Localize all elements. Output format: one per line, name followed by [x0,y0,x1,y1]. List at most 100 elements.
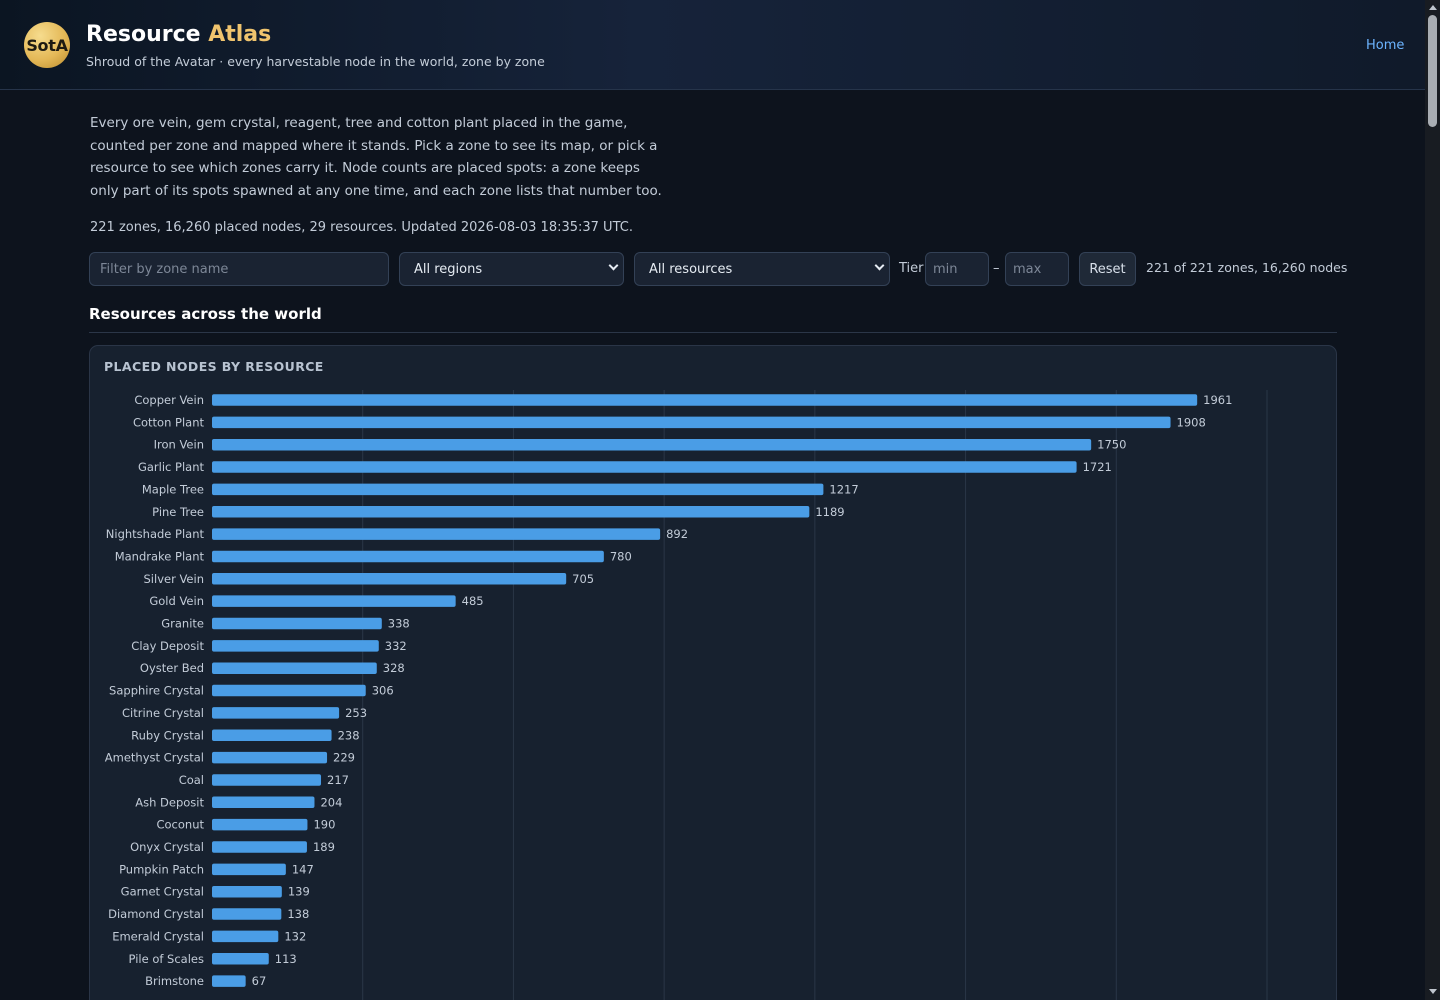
category-label: Onyx Crystal [130,840,204,854]
top-bar: SotA Resource Atlas Shroud of the Avatar… [0,0,1425,90]
resource-bar[interactable] [212,528,661,540]
resource-chart-card: PLACED NODES BY RESOURCE Copper Vein 1961… [89,345,1337,1000]
value-label: 204 [320,795,342,809]
region-select[interactable]: All regions [399,252,624,286]
category-label: Pine Tree [152,505,204,519]
section-divider [89,332,1337,333]
value-label: 253 [345,706,367,720]
value-label: 189 [313,840,335,854]
tier-label: Tier [899,261,924,276]
page-title-main: Resource [86,22,201,47]
category-label: Citrine Crystal [122,706,204,720]
value-label: 892 [666,527,688,541]
resource-bar[interactable] [212,863,286,876]
resource-bar[interactable] [212,438,1092,451]
value-label: 138 [287,907,309,921]
page-subtitle: Shroud of the Avatar · every harvestable… [86,54,545,69]
resource-bar[interactable] [212,707,340,719]
tier-range-dash: – [993,261,1000,276]
category-label: Brimstone [145,974,204,988]
value-label: 1189 [815,505,844,519]
value-label: 190 [313,818,335,832]
category-label: Clay Deposit [131,639,204,653]
value-label: 332 [385,639,407,653]
value-label: 328 [383,661,405,675]
tier-max-input[interactable]: max [1005,252,1069,286]
value-label: 147 [292,862,314,876]
value-label: 67 [252,974,267,988]
resource-bar[interactable] [212,818,308,831]
dataset-stats: 221 zones, 16,260 placed nodes, 29 resou… [90,220,633,235]
resource-bar[interactable] [212,483,824,496]
page-title: Resource Atlas [86,22,271,47]
resource-bar[interactable] [212,751,328,764]
value-label: 1908 [1177,415,1206,429]
region-select-value: All regions [414,261,483,277]
section-title: Resources across the world [89,305,322,323]
category-label: Sapphire Crystal [109,684,204,698]
resource-bar[interactable] [212,394,1198,406]
value-label: 229 [333,751,355,765]
value-label: 113 [275,952,297,966]
resource-select-value: All resources [649,261,733,277]
value-label: 217 [327,773,349,787]
resource-bar[interactable] [212,461,1077,473]
resource-bar[interactable] [212,908,282,920]
resource-bar[interactable] [212,617,382,630]
resource-bar[interactable] [212,595,456,607]
resource-bar[interactable] [212,640,379,652]
resource-select[interactable]: All resources [634,252,890,286]
scroll-thumb[interactable] [1428,15,1437,127]
resource-bar[interactable] [212,953,269,965]
resource-bar[interactable] [212,416,1171,429]
value-label: 132 [284,929,306,943]
category-label: Garlic Plant [138,460,205,474]
value-label: 238 [338,728,360,742]
resource-bar[interactable] [212,975,246,987]
category-label: Maple Tree [142,482,204,496]
category-label: Granite [161,617,204,631]
category-label: Iron Vein [154,438,204,452]
resource-bar[interactable] [212,506,810,518]
scroll-up-arrow-icon[interactable] [1429,5,1437,10]
reset-button[interactable]: Reset [1079,252,1136,286]
value-label: 306 [372,684,394,698]
resource-bar[interactable] [212,550,604,563]
resource-bar[interactable] [212,841,307,853]
tier-max-placeholder: max [1013,261,1042,277]
resource-bar[interactable] [212,573,567,585]
category-label: Emerald Crystal [112,929,204,943]
category-label: Mandrake Plant [115,549,205,563]
category-label: Coal [179,773,204,787]
value-label: 1750 [1097,438,1126,452]
resource-bar[interactable] [212,684,366,697]
category-label: Ruby Crystal [131,728,204,742]
page-title-accent: Atlas [208,22,272,47]
resource-bar[interactable] [212,662,377,674]
category-label: Nightshade Plant [106,527,205,541]
resource-bar[interactable] [212,729,332,742]
zone-filter-placeholder: Filter by zone name [100,261,229,277]
value-label: 1217 [829,482,858,496]
resource-bar[interactable] [212,796,315,809]
category-label: Amethyst Crystal [105,751,204,765]
tier-min-input[interactable]: min [925,252,989,286]
value-label: 139 [288,885,310,899]
category-label: Pile of Scales [129,952,204,966]
chevron-down-icon [874,260,885,271]
value-label: 1721 [1083,460,1112,474]
scroll-down-arrow-icon[interactable] [1429,989,1437,994]
zone-name-filter-input[interactable]: Filter by zone name [89,252,389,286]
page-scrollbar[interactable] [1425,0,1440,1000]
resource-bar[interactable] [212,885,282,898]
chevron-down-icon [608,260,619,271]
value-label: 705 [572,572,594,586]
category-label: Oyster Bed [140,661,204,675]
intro-text: Every ore vein, gem crystal, reagent, tr… [90,115,662,199]
resource-bar[interactable] [212,930,279,943]
sota-logo[interactable]: SotA [24,22,70,68]
category-label: Garnet Crystal [121,885,204,899]
resource-bar[interactable] [212,774,322,786]
home-link[interactable]: Home [1366,38,1404,53]
category-label: Gold Vein [149,594,204,608]
